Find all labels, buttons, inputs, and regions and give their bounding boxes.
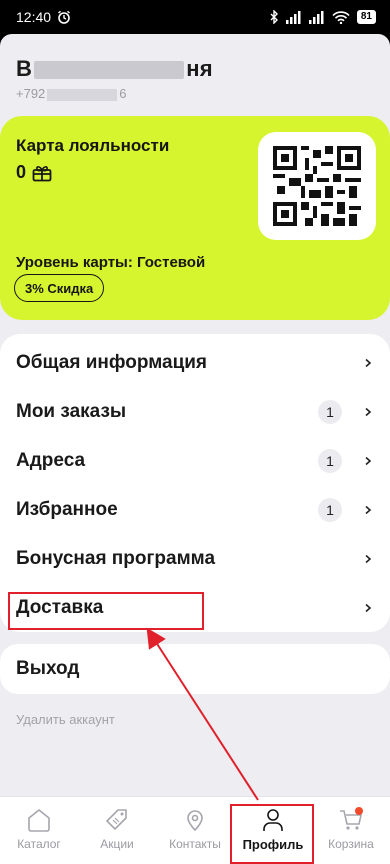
menu-item-label: Избранное (16, 498, 118, 520)
chevron-right-icon (362, 603, 374, 613)
location-pin-icon (187, 810, 203, 832)
menu-item-my-orders[interactable]: Мои заказы 1 (0, 387, 390, 436)
loyalty-points: 0 (16, 162, 52, 183)
home-icon (28, 808, 50, 832)
chevron-right-icon (362, 358, 374, 368)
gift-icon (32, 165, 52, 181)
menu-item-general-info[interactable]: Общая информация (0, 338, 390, 387)
battery-indicator: 81 (356, 10, 376, 24)
tag-icon (105, 809, 127, 831)
delete-account-link[interactable]: Удалить аккаунт (16, 712, 115, 727)
redacted-phone-block (47, 88, 118, 101)
status-bar: 12:40 81 (0, 0, 390, 34)
bluetooth-icon (270, 10, 278, 24)
menu-item-label: Мои заказы (16, 400, 127, 422)
qr-code[interactable] (258, 132, 376, 240)
chevron-right-icon (362, 456, 374, 466)
loyalty-card-title: Карта лояльности (16, 136, 170, 155)
signal-icon (285, 10, 301, 24)
tab-promotions[interactable]: Акции (78, 797, 156, 864)
count-badge: 1 (318, 448, 342, 473)
clock: 12:40 (16, 9, 52, 25)
user-phone-prefix: +792 (16, 86, 46, 101)
cart-notification-dot (355, 807, 363, 815)
card-level: Уровень карты: Гостевой (16, 254, 206, 271)
menu-item-label: Бонусная программа (16, 547, 216, 569)
user-phone: +792 6 (16, 86, 127, 101)
alarm-icon (58, 10, 71, 24)
chevron-right-icon (362, 407, 374, 417)
count-badge: 1 (318, 497, 342, 522)
menu-item-label: Адреса (16, 449, 86, 471)
tab-label: Акции (100, 837, 134, 851)
tab-cart[interactable]: Корзина (312, 797, 390, 864)
tab-contacts[interactable]: Контакты (156, 797, 234, 864)
tab-label: Каталог (17, 837, 61, 851)
menu-item-bonus-program[interactable]: Бонусная программа (0, 534, 390, 583)
menu-item-delivery[interactable]: Доставка (0, 583, 390, 632)
user-phone-suffix: 6 (119, 86, 127, 101)
menu-item-addresses[interactable]: Адреса 1 (0, 436, 390, 485)
signal-icon-2 (308, 10, 324, 24)
menu-item-favorites[interactable]: Избранное 1 (0, 485, 390, 534)
user-name-end: ня (186, 56, 213, 81)
chevron-right-icon (362, 505, 374, 515)
redacted-name-block (34, 61, 185, 80)
wifi-icon (332, 10, 350, 24)
discount-badge: 3% Скидка (14, 274, 105, 302)
tab-catalog[interactable]: Каталог (0, 797, 78, 864)
menu-item-label: Общая информация (16, 351, 208, 373)
user-name: Вня (16, 56, 213, 82)
loyalty-points-value: 0 (16, 162, 27, 182)
profile-menu: Общая информация Мои заказы 1 Адреса 1 И… (0, 334, 390, 632)
chevron-right-icon (362, 554, 374, 564)
logout-button[interactable]: Выход (0, 644, 390, 694)
loyalty-card[interactable]: Карта лояльности 0 Уровень карты: Гостев… (0, 116, 390, 320)
user-icon (263, 809, 283, 831)
logout-label: Выход (16, 658, 80, 679)
tab-label: Контакты (169, 837, 221, 851)
count-badge: 1 (318, 399, 342, 424)
menu-item-label: Доставка (16, 596, 104, 618)
tab-label: Профиль (242, 837, 304, 852)
profile-screen: Вня +792 6 Карта лояльности 0 Уровень ка… (0, 34, 390, 864)
tab-profile[interactable]: Профиль (234, 797, 312, 864)
qr-code-icon (273, 146, 361, 226)
user-name-start: В (16, 56, 33, 81)
tab-label: Корзина (328, 837, 374, 851)
bottom-tab-bar: Каталог Акции Контакты Профиль Корзина (0, 796, 390, 864)
